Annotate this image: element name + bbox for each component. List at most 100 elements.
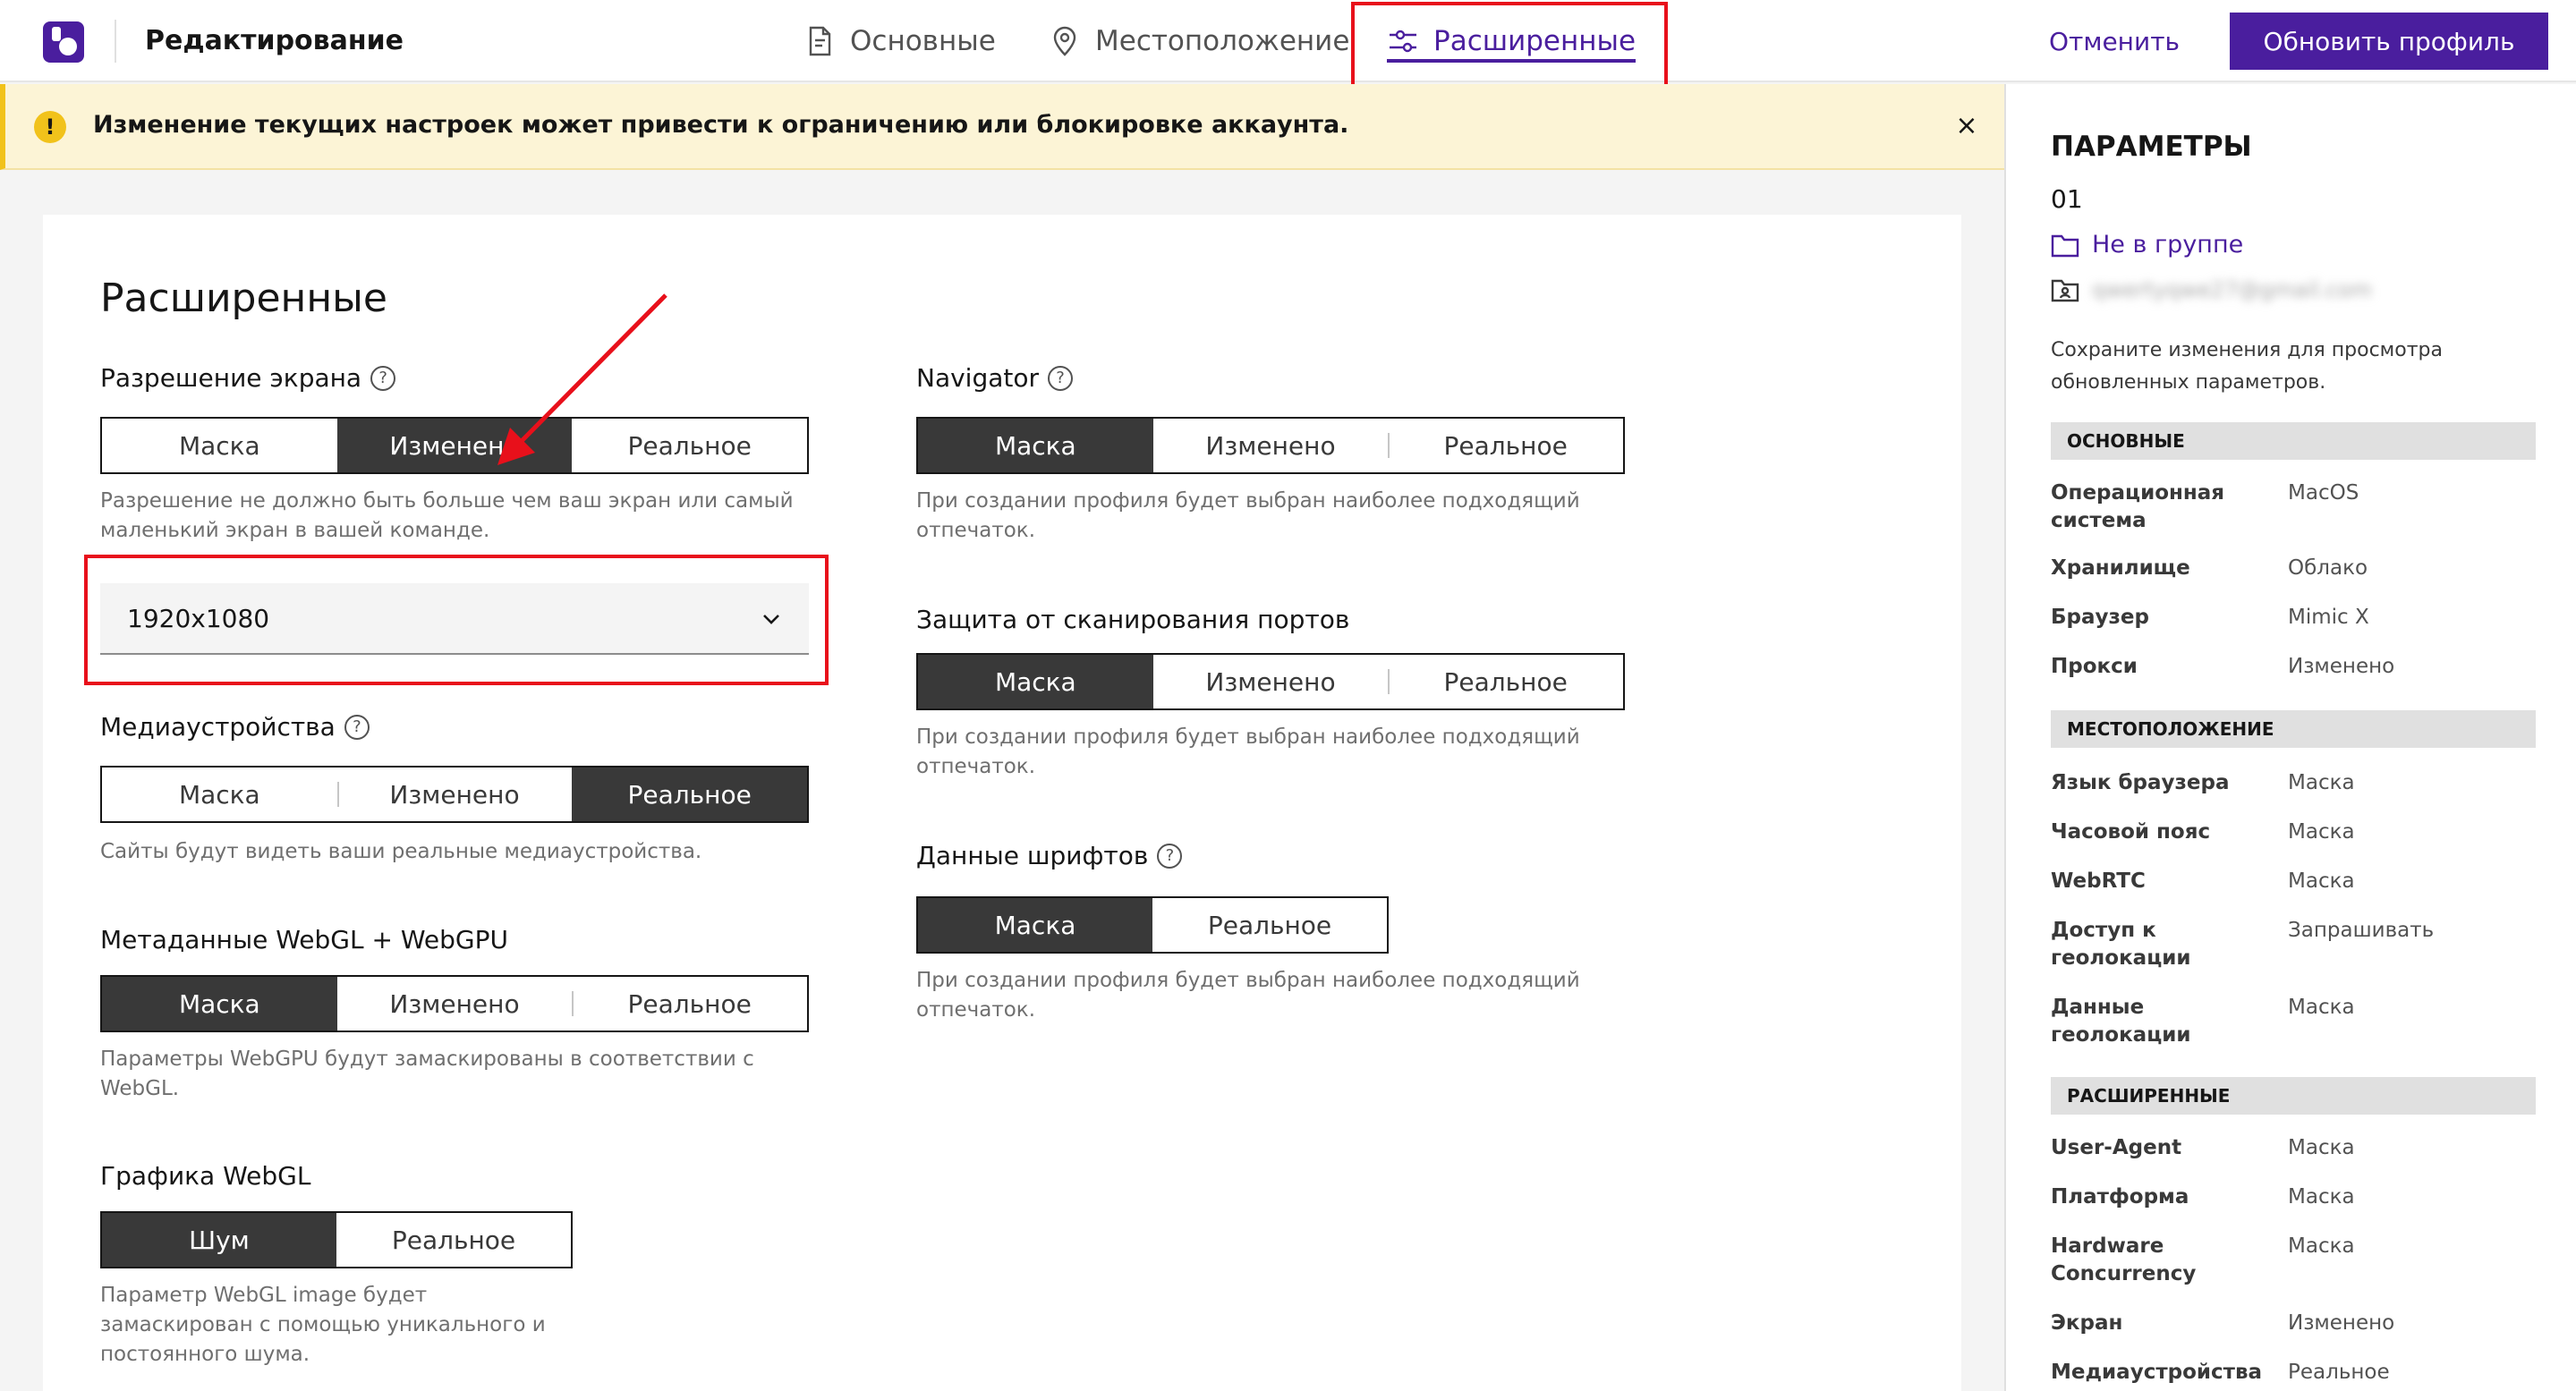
label-text: Разрешение экрана: [100, 363, 362, 393]
group-label: Не в группе: [2092, 231, 2244, 259]
tab-basic[interactable]: Основные: [803, 0, 996, 82]
param-key: Браузер: [2051, 606, 2149, 629]
warning-banner: ! Изменение текущих настроек может приве…: [0, 84, 2004, 170]
label-text: Защита от сканирования портов: [916, 605, 1350, 634]
port-scan-label: Защита от сканирования портов: [916, 605, 1349, 634]
port-scan-toggle: Маска Изменено Реальное: [916, 653, 1625, 710]
option-modified[interactable]: Изменено: [1153, 419, 1389, 472]
media-devices-label: Медиаустройства ?: [100, 712, 370, 742]
update-profile-button[interactable]: Обновить профиль: [2230, 13, 2548, 70]
param-key: Платформа: [2051, 1185, 2189, 1209]
warning-text: Изменение текущих настроек может привест…: [93, 111, 1349, 139]
option-real[interactable]: Реальное: [1152, 898, 1387, 952]
fonts-toggle: Маска Реальное: [916, 896, 1389, 954]
navigator-label: Navigator ?: [916, 363, 1074, 393]
label-text: Данные шрифтов: [916, 841, 1149, 870]
helper-text: При создании профиля будет выбран наибол…: [916, 725, 1580, 778]
param-value: Изменено: [2288, 1311, 2395, 1335]
param-value: Маска: [2288, 771, 2355, 794]
param-value: Изменено: [2288, 655, 2395, 678]
help-icon[interactable]: ?: [1048, 365, 1074, 391]
close-icon[interactable]: ×: [1949, 107, 1985, 143]
tab-location[interactable]: Местоположение: [1049, 0, 1349, 82]
label-text: Графика WebGL: [100, 1161, 311, 1191]
label-text: Метаданные WebGL + WebGPU: [100, 925, 508, 954]
warning-icon: !: [34, 111, 66, 143]
media-devices-toggle: Маска Изменено Реальное: [100, 766, 809, 823]
option-modified[interactable]: Изменено: [1153, 655, 1389, 708]
highlight-box: [1351, 2, 1668, 89]
webgl-metadata-toggle: Маска Изменено Реальное: [100, 975, 809, 1032]
option-noise[interactable]: Шум: [102, 1213, 336, 1267]
param-value: Маска: [2288, 996, 2355, 1019]
helper-text: Сайты будут видеть ваши реальные медиаус…: [100, 840, 702, 863]
navigator-toggle: Маска Изменено Реальное: [916, 417, 1625, 474]
helper-text: Разрешение не должно быть больше чем ваш…: [100, 489, 794, 542]
parameters-sidebar: ПАРАМЕТРЫ 01 Не в группе qwertyqwe27@gma…: [2004, 84, 2576, 1391]
sidebar-title: ПАРАМЕТРЫ: [2051, 131, 2252, 163]
webgl-graphics-toggle: Шум Реальное: [100, 1211, 573, 1268]
owner-email: qwertyqwe27@gmail.com: [2092, 277, 2372, 302]
webgl-metadata-label: Метаданные WebGL + WebGPU: [100, 925, 508, 954]
param-key: Язык браузера: [2051, 771, 2230, 794]
help-icon[interactable]: ?: [370, 365, 396, 391]
param-key: Операционная система: [2051, 481, 2225, 532]
option-modified[interactable]: Изменено: [336, 768, 573, 821]
param-value: Облако: [2288, 556, 2368, 580]
param-key: Хранилище: [2051, 556, 2190, 580]
top-bar: Редактирование Основные Местоположение Р…: [0, 0, 2576, 89]
helper-text: При создании профиля будет выбран наибол…: [916, 489, 1580, 542]
document-icon: [809, 26, 831, 56]
section-header: РАСШИРЕННЫЕ: [2051, 1077, 2536, 1115]
section-header: МЕСТОПОЛОЖЕНИЕ: [2051, 710, 2536, 748]
option-real[interactable]: Реальное: [1388, 655, 1623, 708]
option-mask[interactable]: Маска: [918, 419, 1153, 472]
webgl-graphics-label: Графика WebGL: [100, 1161, 310, 1191]
cancel-button[interactable]: Отменить: [2040, 13, 2189, 70]
option-real[interactable]: Реальное: [572, 977, 807, 1031]
fonts-label: Данные шрифтов ?: [916, 841, 1183, 870]
page-title: Редактирование: [145, 25, 404, 56]
option-mask[interactable]: Маска: [918, 898, 1152, 952]
help-icon[interactable]: ?: [344, 714, 370, 740]
param-value: Маска: [2288, 1234, 2355, 1258]
highlight-box: [84, 555, 829, 685]
help-icon[interactable]: ?: [1157, 843, 1183, 869]
param-key: Медиаустройства: [2051, 1361, 2263, 1384]
location-pin-icon: [1053, 26, 1076, 56]
param-key: Экран: [2051, 1311, 2123, 1335]
param-key: User-Agent: [2051, 1136, 2182, 1159]
owner-row: qwertyqwe27@gmail.com: [2051, 277, 2372, 302]
screen-resolution-toggle: Маска Изменено Реальное: [100, 417, 809, 474]
divider: [115, 20, 116, 63]
option-mask[interactable]: Маска: [102, 419, 337, 472]
param-value: Реальное: [2288, 1361, 2390, 1384]
settings-card: Расширенные Разрешение экрана ? Маска Из…: [43, 215, 1961, 1391]
user-folder-icon: [2051, 279, 2079, 302]
profile-id: 01: [2051, 184, 2083, 214]
helper-text: Параметр WebGL image будет замаскирован …: [100, 1284, 546, 1366]
screen-resolution-label: Разрешение экрана ?: [100, 363, 396, 393]
option-mask[interactable]: Маска: [102, 977, 337, 1031]
group-link[interactable]: Не в группе: [2051, 231, 2243, 259]
folder-icon: [2051, 234, 2079, 257]
option-real[interactable]: Реальное: [336, 1213, 571, 1267]
helper-text: Параметры WebGPU будут замаскированы в с…: [100, 1047, 754, 1100]
helper-text: При создании профиля будет выбран наибол…: [916, 969, 1580, 1022]
param-value: Маска: [2288, 820, 2355, 844]
param-key: Прокси: [2051, 655, 2138, 678]
app-logo[interactable]: [43, 21, 84, 63]
param-value: MacOS: [2288, 481, 2359, 505]
option-mask[interactable]: Маска: [918, 655, 1153, 708]
param-key: WebRTC: [2051, 869, 2146, 893]
option-real[interactable]: Реальное: [572, 768, 808, 821]
param-value: Маска: [2288, 869, 2355, 893]
option-modified[interactable]: Изменено: [337, 977, 573, 1031]
param-value: Маска: [2288, 1185, 2355, 1209]
param-key: Данные геолокации: [2051, 996, 2191, 1047]
option-mask[interactable]: Маска: [102, 768, 337, 821]
option-real[interactable]: Реальное: [1388, 419, 1623, 472]
param-key: Часовой пояс: [2051, 820, 2211, 844]
param-value: Mimic X: [2288, 606, 2369, 629]
tab-label: Местоположение: [1095, 25, 1350, 57]
